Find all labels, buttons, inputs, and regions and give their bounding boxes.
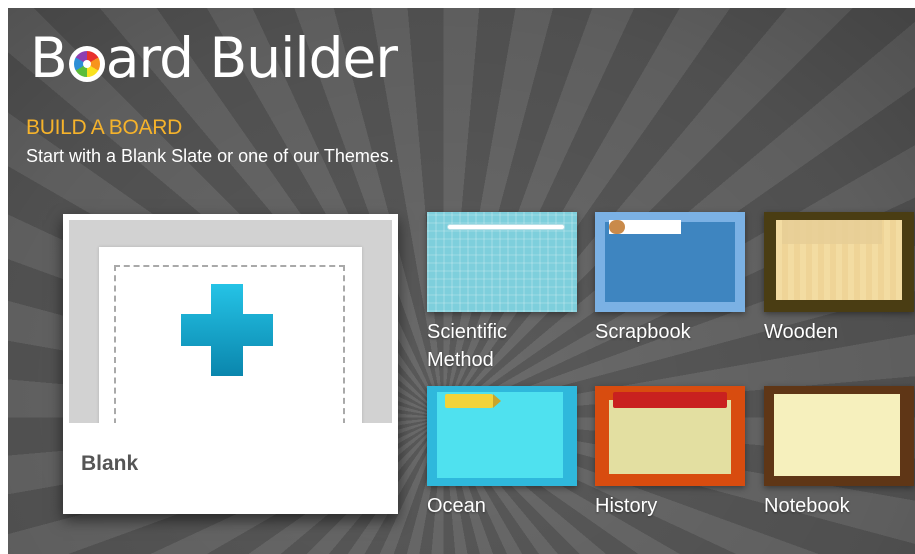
theme-scientific-method[interactable]: Scientific Method bbox=[427, 212, 577, 374]
logo-text-prefix: B bbox=[30, 26, 68, 90]
board-builder-stage: B ard Builder BUILD A BOARD Start with a… bbox=[8, 8, 915, 554]
blank-paper bbox=[99, 247, 362, 423]
ribbon-banner bbox=[613, 392, 727, 408]
theme-label: Scrapbook bbox=[595, 321, 691, 343]
theme-label: Wooden bbox=[764, 321, 839, 343]
theme-label: History bbox=[595, 495, 658, 517]
theme-notebook[interactable]: Notebook bbox=[764, 386, 914, 520]
plus-icon bbox=[181, 284, 273, 376]
theme-label: Notebook bbox=[764, 495, 850, 517]
blank-label: Blank bbox=[81, 452, 139, 475]
theme-label: Ocean bbox=[427, 495, 486, 517]
build-a-board-subheading: Start with a Blank Slate or one of our T… bbox=[26, 146, 394, 166]
theme-thumbnail bbox=[595, 212, 745, 312]
theme-label-line2: Method bbox=[427, 349, 494, 371]
theme-thumbnail bbox=[764, 212, 914, 312]
theme-wooden[interactable]: Wooden bbox=[764, 212, 914, 346]
theme-thumbnail bbox=[764, 386, 914, 486]
blank-preview bbox=[69, 220, 392, 423]
theme-scrapbook[interactable]: Scrapbook bbox=[595, 212, 745, 346]
pin-icon bbox=[609, 220, 625, 234]
board-builder-logo: B ard Builder bbox=[30, 26, 398, 90]
thumbnail-inner bbox=[774, 394, 900, 476]
theme-label-line1: Scientific bbox=[427, 321, 508, 343]
theme-thumbnail bbox=[427, 386, 577, 486]
tape-strip bbox=[782, 220, 882, 244]
theme-label: Scientific Method bbox=[427, 318, 577, 374]
thumbnail-inner bbox=[605, 222, 735, 302]
color-wheel-icon bbox=[68, 46, 105, 82]
theme-history[interactable]: History bbox=[595, 386, 745, 520]
title-bar bbox=[447, 224, 565, 230]
theme-thumbnail bbox=[595, 386, 745, 486]
pencil-tag bbox=[445, 394, 501, 408]
thumbnail-inner bbox=[609, 400, 731, 474]
build-a-board-heading: BUILD A BOARD bbox=[26, 116, 182, 139]
theme-ocean[interactable]: Ocean bbox=[427, 386, 577, 520]
logo-text-suffix: ard Builder bbox=[105, 26, 398, 90]
blank-board-card[interactable]: Blank bbox=[63, 214, 398, 514]
theme-thumbnail bbox=[427, 212, 577, 312]
